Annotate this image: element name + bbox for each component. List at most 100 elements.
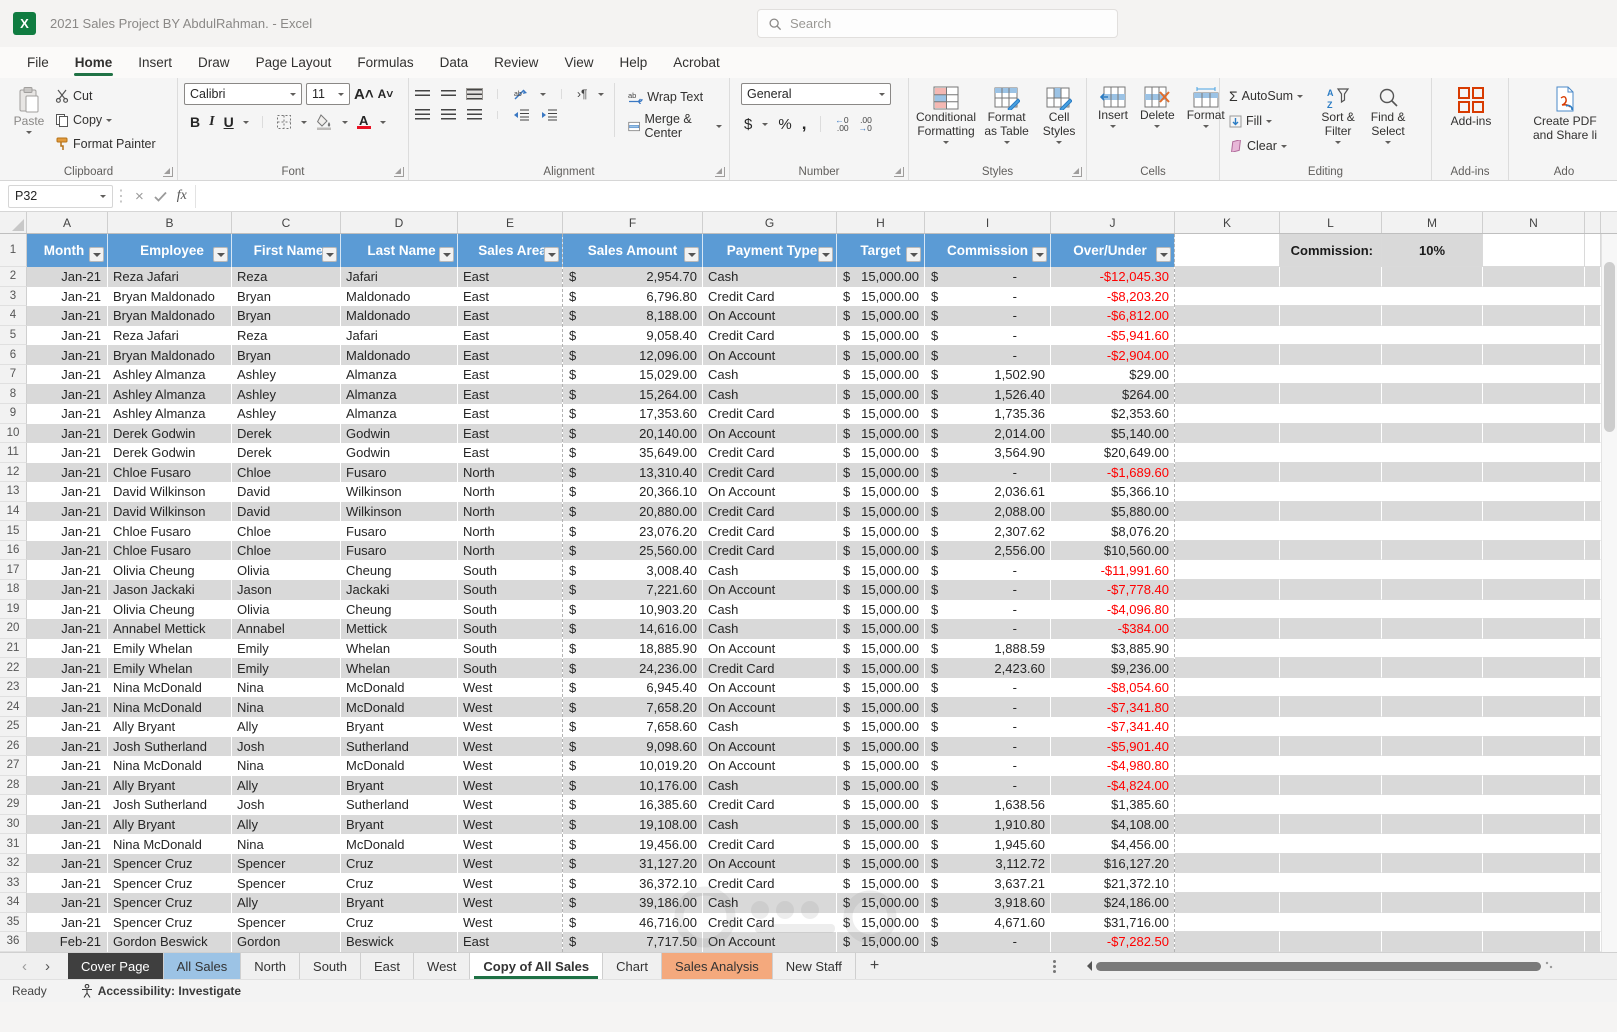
cell-N34[interactable] [1483,893,1585,913]
cell-I30[interactable]: $1,910.80 [925,814,1051,835]
cell-A20[interactable]: Jan-21 [27,619,108,639]
cell-L7[interactable] [1280,364,1382,385]
cell-C19[interactable]: Olivia [232,599,341,620]
cell-G2[interactable]: Cash [703,267,837,287]
cell-C10[interactable]: Derek [232,423,341,444]
align-left-icon[interactable] [415,109,430,121]
row-number-7[interactable]: 7 [0,364,27,385]
cell-E18[interactable]: South [458,580,563,600]
cell-I8[interactable]: $1,526.40 [925,384,1051,404]
cell-C5[interactable]: Reza [232,325,341,346]
search-input[interactable]: Search [757,9,1118,38]
cell-E23[interactable]: West [458,677,563,698]
column-header-A[interactable]: A [27,212,108,233]
filter-dropdown-icon[interactable] [89,247,104,262]
cell-K3[interactable] [1175,286,1280,307]
row-number-1[interactable]: 1 [0,234,27,267]
cell-A12[interactable]: Jan-21 [27,462,108,483]
increase-decimal-icon[interactable]: ←0.00 [835,116,848,133]
cell-K20[interactable] [1175,619,1280,639]
cell-D12[interactable]: Fusaro [341,462,458,483]
cell-E4[interactable]: East [458,306,563,326]
font-color-dropdown[interactable] [379,120,386,127]
cell-G13[interactable]: On Account [703,482,837,502]
cell-C8[interactable]: Ashley [232,384,341,404]
cell-I5[interactable]: $ - [925,325,1051,346]
menu-tab-acrobat[interactable]: Acrobat [660,49,733,78]
cell-E5[interactable]: East [458,325,563,346]
cell-E13[interactable]: North [458,482,563,502]
cell-J17[interactable]: -$11,991.60 [1051,560,1175,580]
cell-D27[interactable]: McDonald [341,756,458,776]
cell-G12[interactable]: Credit Card [703,462,837,483]
cell-M21[interactable] [1382,638,1483,659]
cell-D17[interactable]: Cheung [341,560,458,580]
cell-F18[interactable]: $7,221.60 [563,580,703,600]
cell-F24[interactable]: $7,658.20 [563,697,703,717]
cell-G16[interactable]: Credit Card [703,540,837,561]
cell-L9[interactable] [1280,403,1382,424]
cell-L29[interactable] [1280,795,1382,815]
percent-style-icon[interactable]: % [778,116,791,133]
sheet-nav-prev-icon[interactable]: ‹ [22,958,27,975]
row-number-31[interactable]: 31 [0,834,27,854]
cell-E31[interactable]: West [458,834,563,854]
cell-C2[interactable]: Reza [232,267,341,287]
cell-K10[interactable] [1175,423,1280,444]
cell-A9[interactable]: Jan-21 [27,403,108,424]
cell-F36[interactable]: $7,717.50 [563,932,703,952]
row-number-13[interactable]: 13 [0,482,27,502]
cell-N11[interactable] [1483,443,1585,463]
merge-center-button[interactable]: Merge & Center [625,112,725,140]
column-header-J[interactable]: J [1051,212,1175,233]
cell-G32[interactable]: On Account [703,853,837,874]
row-number-6[interactable]: 6 [0,345,27,365]
conditional-formatting-button[interactable]: Conditional Formatting [915,83,977,162]
cell-M33[interactable] [1382,873,1483,893]
cell-B23[interactable]: Nina McDonald [108,677,232,698]
cell-F11[interactable]: $35,649.00 [563,443,703,463]
cell-D18[interactable]: Jackaki [341,580,458,600]
cell-C27[interactable]: Nina [232,756,341,776]
cell-N33[interactable] [1483,873,1585,893]
cell-G8[interactable]: Cash [703,384,837,404]
text-direction-icon[interactable]: ›¶ [577,87,587,101]
cell-F25[interactable]: $7,658.60 [563,716,703,737]
column-header-E[interactable]: E [458,212,563,233]
cell-A34[interactable]: Jan-21 [27,893,108,913]
cell-I17[interactable]: $ - [925,560,1051,580]
cell-C20[interactable]: Annabel [232,619,341,639]
cell-K9[interactable] [1175,403,1280,424]
cell-N13[interactable] [1483,482,1585,502]
cell-J28[interactable]: -$4,824.00 [1051,775,1175,796]
cell-L20[interactable] [1280,619,1382,639]
cell-E10[interactable]: East [458,423,563,444]
cell-L5[interactable] [1280,325,1382,346]
row-number-25[interactable]: 25 [0,716,27,737]
cell-N19[interactable] [1483,599,1585,620]
cell-K7[interactable] [1175,364,1280,385]
cell-C9[interactable]: Ashley [232,403,341,424]
menu-tab-file[interactable]: File [14,49,62,78]
cell-C34[interactable]: Ally [232,893,341,913]
cell-D10[interactable]: Godwin [341,423,458,444]
cell-D4[interactable]: Maldonado [341,306,458,326]
cell-F15[interactable]: $23,076.20 [563,521,703,541]
cell-L15[interactable] [1280,521,1382,541]
row-number-26[interactable]: 26 [0,736,27,757]
cell-K24[interactable] [1175,697,1280,717]
cell-G29[interactable]: Credit Card [703,795,837,815]
cell-I4[interactable]: $ - [925,306,1051,326]
cell-F12[interactable]: $13,310.40 [563,462,703,483]
cell-F6[interactable]: $12,096.00 [563,345,703,365]
cell-H31[interactable]: $15,000.00 [837,834,925,854]
copy-dropdown[interactable] [106,118,113,125]
cell-D5[interactable]: Jafari [341,325,458,346]
cell-J2[interactable]: -$12,045.30 [1051,267,1175,287]
cell-I14[interactable]: $2,088.00 [925,501,1051,522]
cell-A5[interactable]: Jan-21 [27,325,108,346]
cell-G14[interactable]: Credit Card [703,501,837,522]
cell-M16[interactable] [1382,540,1483,561]
cell-F8[interactable]: $15,264.00 [563,384,703,404]
cell-H24[interactable]: $15,000.00 [837,697,925,717]
